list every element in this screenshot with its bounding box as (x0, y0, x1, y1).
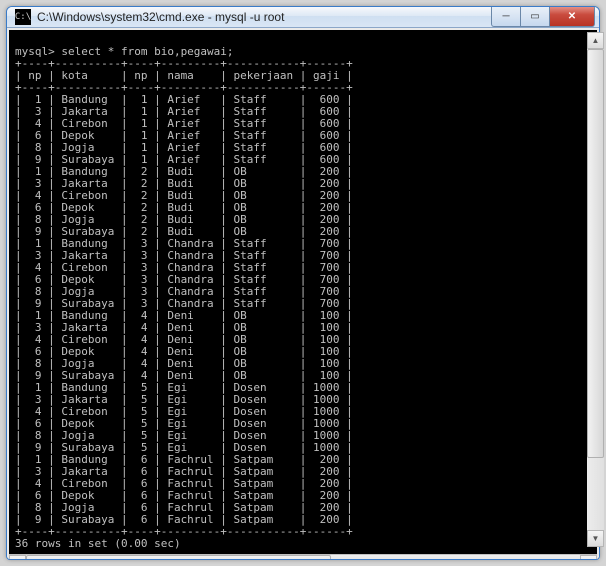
scroll-up-button[interactable]: ▲ (587, 32, 600, 49)
window-controls: ─ ▭ ✕ (492, 7, 595, 27)
scroll-left-button[interactable]: ◄ (9, 555, 26, 560)
maximize-button[interactable]: ▭ (520, 7, 550, 27)
vscroll-thumb[interactable] (587, 49, 600, 458)
scroll-track[interactable]: ⋮⋮⋮ (26, 555, 580, 560)
window-title: C:\Windows\system32\cmd.exe - mysql -u r… (37, 10, 492, 24)
close-button[interactable]: ✕ (549, 7, 595, 27)
console-output[interactable]: mysql> select * from bio,pegawai; +----+… (9, 30, 597, 554)
cmd-icon: C:\ (15, 9, 31, 25)
horizontal-scrollbar[interactable]: ◄ ⋮⋮⋮ ► (9, 554, 597, 560)
scroll-thumb[interactable]: ⋮⋮⋮ (26, 555, 331, 560)
minimize-button[interactable]: ─ (491, 7, 521, 27)
vscroll-track[interactable] (587, 49, 600, 530)
scroll-down-button[interactable]: ▼ (587, 530, 600, 547)
cmd-window: C:\ C:\Windows\system32\cmd.exe - mysql … (6, 6, 600, 560)
client-area: mysql> select * from bio,pegawai; +----+… (7, 28, 599, 560)
titlebar[interactable]: C:\ C:\Windows\system32\cmd.exe - mysql … (7, 7, 599, 28)
scroll-right-button[interactable]: ► (580, 555, 597, 560)
vertical-scrollbar[interactable]: ▲ ▼ (587, 32, 600, 547)
